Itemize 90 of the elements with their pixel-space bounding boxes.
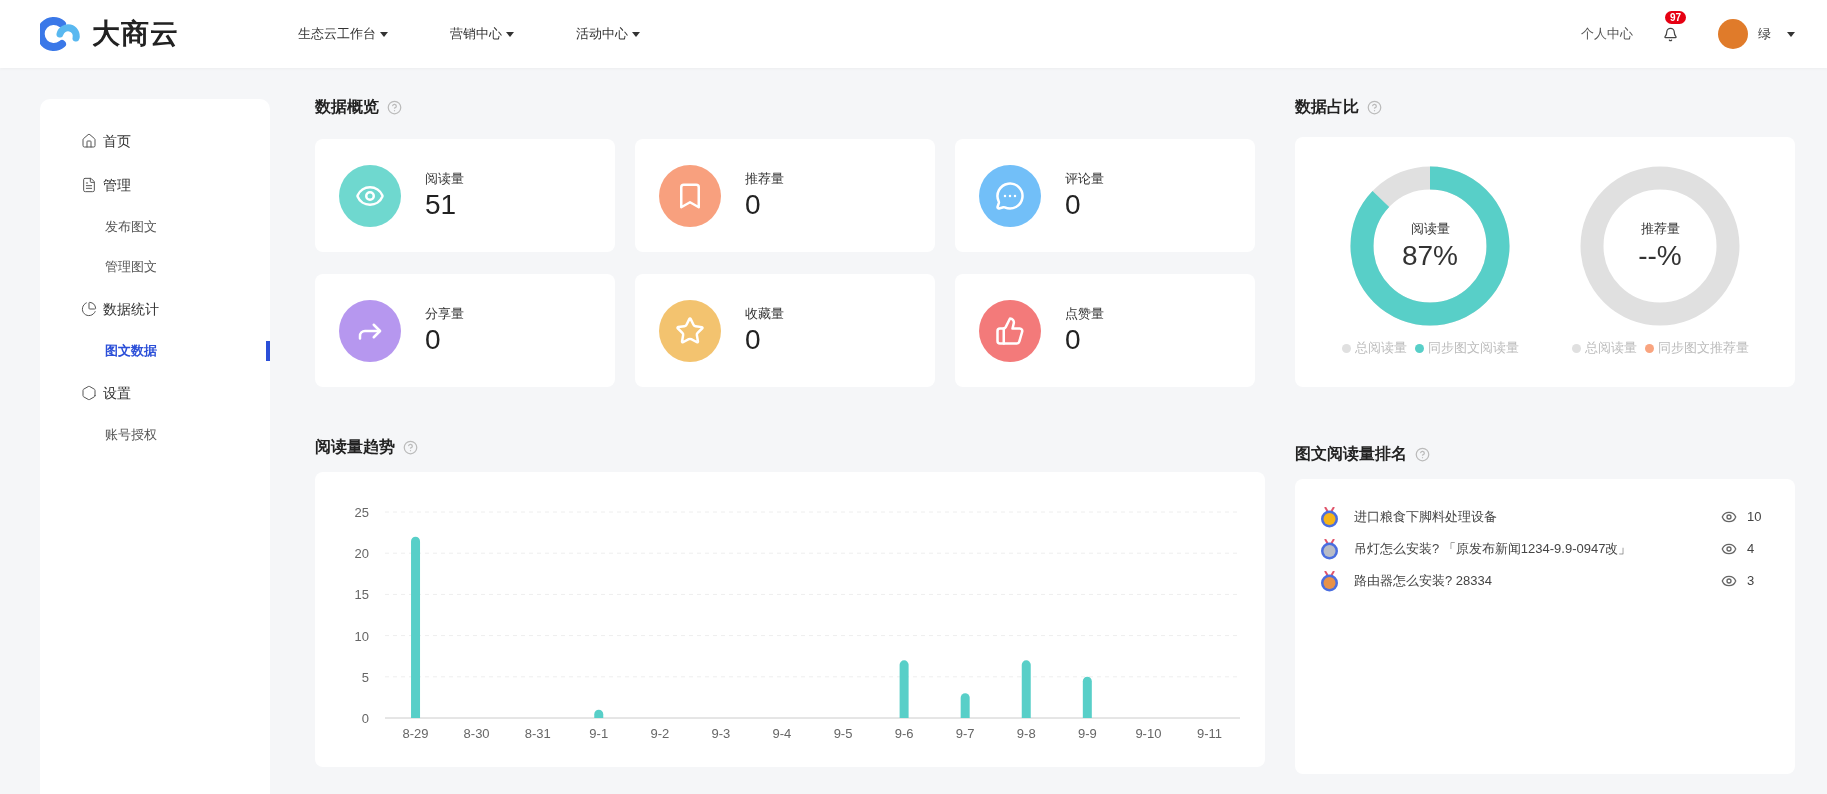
article-title[interactable]: 路由器怎么安装? 28334 <box>1354 571 1709 591</box>
stat-label: 收藏量 <box>745 304 784 323</box>
caret-icon <box>380 31 388 37</box>
x-axis-label: 9-3 <box>711 726 731 741</box>
sidebar-subitem[interactable]: 图文数据 <box>40 331 270 371</box>
active-indicator <box>266 341 270 361</box>
medal-icon <box>1320 570 1339 592</box>
settings-icon <box>81 385 97 401</box>
bar <box>899 660 909 718</box>
view-count: 4 <box>1747 540 1755 559</box>
sidebar-item[interactable]: 首页 <box>40 119 270 163</box>
x-axis-label: 9-11 <box>1196 726 1222 741</box>
bar <box>960 693 970 718</box>
sidebar-subitem[interactable]: 管理图文 <box>40 247 270 287</box>
stat-label: 点赞量 <box>1065 304 1104 323</box>
document-icon <box>81 177 97 193</box>
donut-label: 推荐量 <box>1640 219 1680 238</box>
x-axis-label: 9-9 <box>1077 726 1097 741</box>
medal-icon <box>1320 538 1339 560</box>
stat-value: 0 <box>1065 188 1082 223</box>
y-axis-label: 5 <box>361 669 369 685</box>
y-axis-label: 0 <box>361 711 369 726</box>
stat-value: 0 <box>745 188 762 223</box>
x-axis-label: 9-7 <box>955 726 975 741</box>
chat-bubble-icon <box>995 180 1025 211</box>
bar <box>594 709 604 718</box>
x-axis-label: 9-5 <box>833 726 853 741</box>
sidebar-subitem[interactable]: 发布图文 <box>40 207 270 247</box>
x-axis-label: 9-2 <box>650 726 670 741</box>
avatar[interactable] <box>1718 19 1748 49</box>
notification-badge: 97 <box>1665 10 1687 24</box>
y-axis-label: 20 <box>354 546 369 562</box>
sidebar-item[interactable]: 管理 <box>40 163 270 207</box>
help-icon[interactable] <box>403 439 418 455</box>
nav-menu[interactable]: 生态云工作台 <box>298 24 388 44</box>
section-title: 数据概览 <box>315 97 379 117</box>
nav-menu[interactable]: 活动中心 <box>576 24 640 44</box>
stat-label: 阅读量 <box>425 169 464 188</box>
personal-center-link[interactable]: 个人中心 <box>1581 24 1633 44</box>
sidebar-item[interactable]: 数据统计 <box>40 287 270 331</box>
y-axis-label: 10 <box>354 628 369 644</box>
article-title[interactable]: 吊灯怎么安装? 「原发布新闻1234-9.9-0947改」 <box>1354 539 1709 559</box>
x-axis-label: 9-4 <box>772 726 792 741</box>
stat-label: 分享量 <box>425 304 464 323</box>
notification-icon[interactable] <box>1663 26 1678 42</box>
y-axis-label: 25 <box>354 505 369 520</box>
donut-value: --% <box>1638 239 1682 273</box>
help-icon[interactable] <box>1415 446 1430 462</box>
donut-label: 阅读量 <box>1410 219 1450 238</box>
x-axis-label: 9-1 <box>589 726 609 741</box>
help-icon[interactable] <box>387 99 402 115</box>
y-axis-label: 15 <box>354 587 369 603</box>
article-title[interactable]: 进口粮食下脚料处理设备 <box>1354 507 1709 527</box>
home-icon <box>81 133 97 149</box>
medal-icon <box>1320 506 1339 528</box>
logo-text: 大商云 <box>92 17 179 51</box>
view-count-icon <box>1721 509 1737 525</box>
stat-value: 0 <box>1065 323 1082 358</box>
stat-value: 51 <box>425 188 458 223</box>
stat-value: 0 <box>425 323 442 358</box>
view-count: 3 <box>1747 572 1755 591</box>
star-icon <box>675 315 705 346</box>
stat-label: 评论量 <box>1065 169 1104 188</box>
user-name[interactable]: 绿 <box>1758 24 1771 44</box>
caret-icon <box>1787 31 1795 37</box>
caret-icon <box>632 31 640 37</box>
section-title: 数据占比 <box>1295 97 1359 117</box>
thumbs-up-icon <box>995 315 1025 346</box>
stat-value: 0 <box>745 323 762 358</box>
sidebar-subitem[interactable]: 账号授权 <box>40 415 270 455</box>
bar <box>1021 660 1031 718</box>
bar <box>1082 676 1092 718</box>
x-axis-label: 9-10 <box>1135 726 1162 741</box>
view-count-icon <box>1721 573 1737 589</box>
view-count-icon <box>1721 541 1737 557</box>
x-axis-label: 9-8 <box>1016 726 1036 741</box>
sidebar-item[interactable]: 设置 <box>40 371 270 415</box>
pie-chart-icon <box>81 301 97 317</box>
section-title: 图文阅读量排名 <box>1295 444 1407 464</box>
nav-menu[interactable]: 营销中心 <box>450 24 514 44</box>
view-count: 10 <box>1747 508 1762 527</box>
x-axis-label: 8-31 <box>524 726 551 741</box>
section-title: 阅读量趋势 <box>315 437 395 457</box>
x-axis-label: 8-30 <box>463 726 490 741</box>
x-axis-label: 9-6 <box>894 726 914 741</box>
x-axis-label: 8-29 <box>402 726 429 741</box>
donut-value: 87% <box>1401 239 1458 273</box>
stat-label: 推荐量 <box>745 169 784 188</box>
help-icon[interactable] <box>1367 99 1382 115</box>
caret-icon <box>506 31 514 37</box>
